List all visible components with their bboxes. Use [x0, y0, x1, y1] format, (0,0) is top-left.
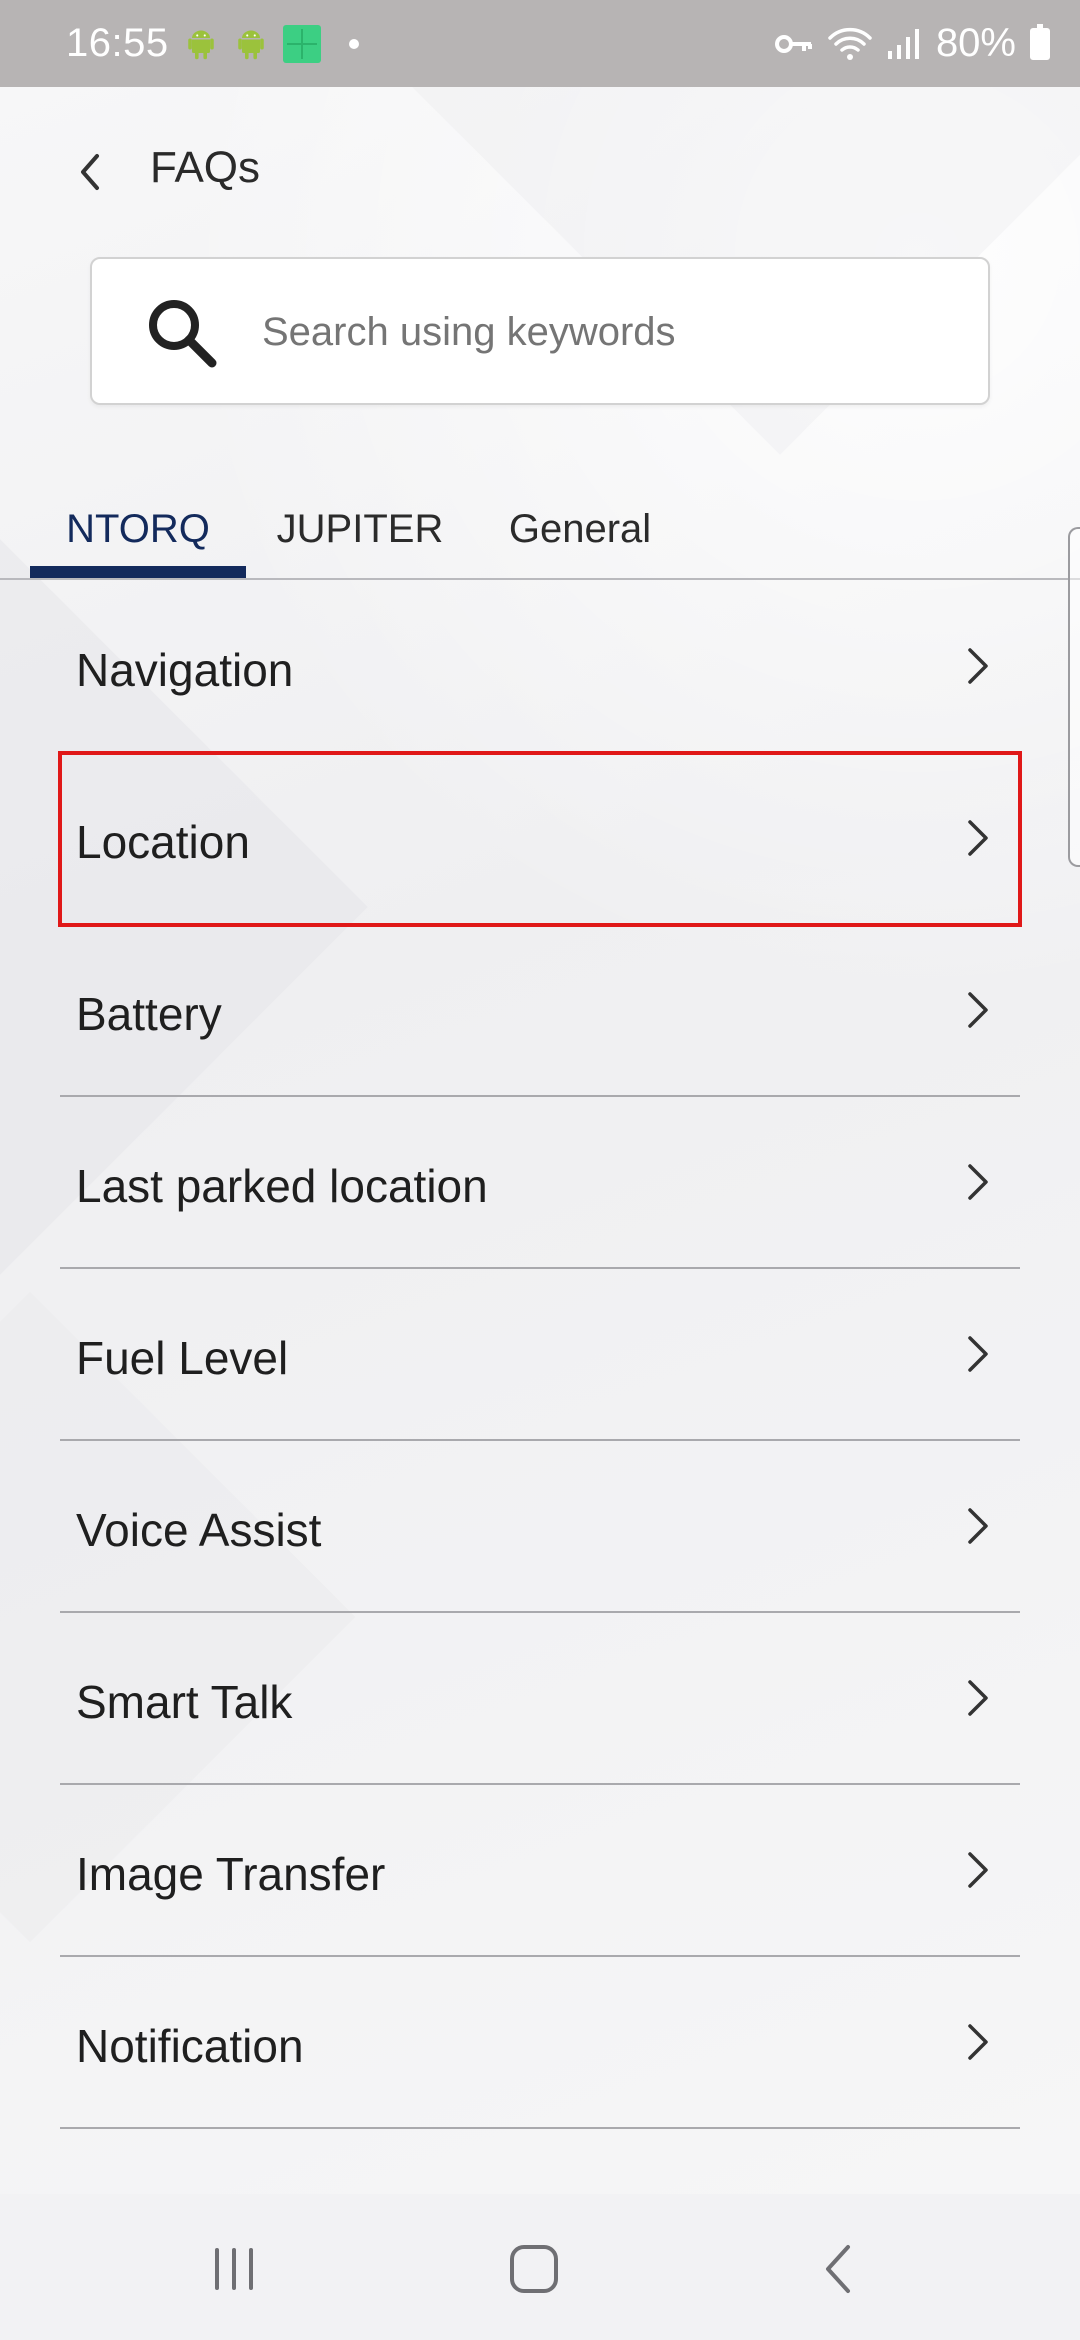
status-right: 80%: [774, 21, 1050, 66]
chevron-right-icon: [968, 1680, 988, 1716]
chevron-right-icon: [968, 648, 988, 684]
tabs-divider: [0, 578, 1080, 580]
faq-item-label: Notification: [76, 2020, 304, 2072]
faq-item-label: Navigation: [76, 644, 294, 696]
search-box[interactable]: [90, 257, 990, 405]
faq-item-label: Last parked location: [76, 1160, 488, 1212]
highlight-box: [58, 751, 1022, 927]
grid-app-icon: [282, 24, 321, 63]
signal-icon: [887, 28, 919, 59]
row-divider: [60, 1095, 1020, 1097]
chevron-right-icon: [968, 1852, 988, 1888]
row-divider: [60, 1439, 1020, 1441]
row-divider: [60, 1611, 1020, 1613]
chevron-left-icon: [81, 154, 99, 190]
chevron-right-icon: [968, 1508, 988, 1544]
search-input[interactable]: [262, 297, 942, 367]
search-icon: [149, 300, 217, 368]
nav-back-button[interactable]: [798, 2234, 878, 2304]
chevron-right-icon: [968, 1336, 988, 1372]
dot-icon: [348, 38, 359, 49]
page-title: FAQs: [150, 143, 261, 192]
faq-item-smart-talk[interactable]: Smart Talk: [60, 1616, 1020, 1788]
chevron-right-icon: [968, 992, 988, 1028]
active-tab-indicator: [30, 566, 246, 578]
android-icon: [237, 30, 264, 59]
tab-jupiter[interactable]: JUPITER: [262, 487, 458, 579]
faq-item-voice-assist[interactable]: Voice Assist: [60, 1444, 1020, 1616]
battery-icon: [1030, 23, 1050, 60]
home-icon: [510, 2245, 558, 2293]
chevron-right-icon: [968, 2024, 988, 2060]
wifi-icon: [828, 27, 872, 60]
faq-item-label: Voice Assist: [76, 1504, 322, 1556]
recents-icon: [215, 2248, 253, 2290]
home-button[interactable]: [494, 2234, 574, 2304]
faq-item-battery[interactable]: Battery: [60, 928, 1020, 1100]
tab-label: JUPITER: [276, 507, 444, 551]
system-nav-bar: [0, 2194, 1080, 2340]
faq-item-last-parked-location[interactable]: Last parked location: [60, 1100, 1020, 1272]
status-left: 16:55: [66, 21, 359, 66]
chevron-right-icon: [968, 1164, 988, 1200]
row-divider: [60, 1783, 1020, 1785]
tab-label: General: [508, 507, 652, 551]
tab-label: NTORQ: [66, 507, 210, 551]
faq-item-label: Smart Talk: [76, 1676, 293, 1728]
faq-item-image-transfer[interactable]: Image Transfer: [60, 1788, 1020, 1960]
row-divider: [60, 1955, 1020, 1957]
edge-panel-handle[interactable]: [1068, 527, 1080, 867]
faq-item-label: Battery: [76, 988, 222, 1040]
faq-item-navigation[interactable]: Navigation: [60, 584, 1020, 756]
back-button[interactable]: [62, 137, 118, 207]
recents-button[interactable]: [194, 2234, 274, 2304]
status-time: 16:55: [66, 21, 169, 65]
row-divider: [60, 1267, 1020, 1269]
faq-item-notification[interactable]: Notification: [60, 1960, 1020, 2132]
key-icon: [774, 34, 812, 53]
status-bar: 16:55 80%: [0, 0, 1080, 87]
faq-item-label: Fuel Level: [76, 1332, 289, 1384]
header: FAQs: [0, 87, 1080, 255]
android-icon: [187, 30, 214, 59]
row-divider: [60, 2127, 1020, 2129]
faq-item-label: Image Transfer: [76, 1848, 386, 1900]
battery-percentage: 80%: [935, 21, 1016, 65]
tab-general[interactable]: General: [490, 487, 670, 579]
back-icon: [826, 2245, 850, 2293]
faq-item-fuel-level[interactable]: Fuel Level: [60, 1272, 1020, 1444]
